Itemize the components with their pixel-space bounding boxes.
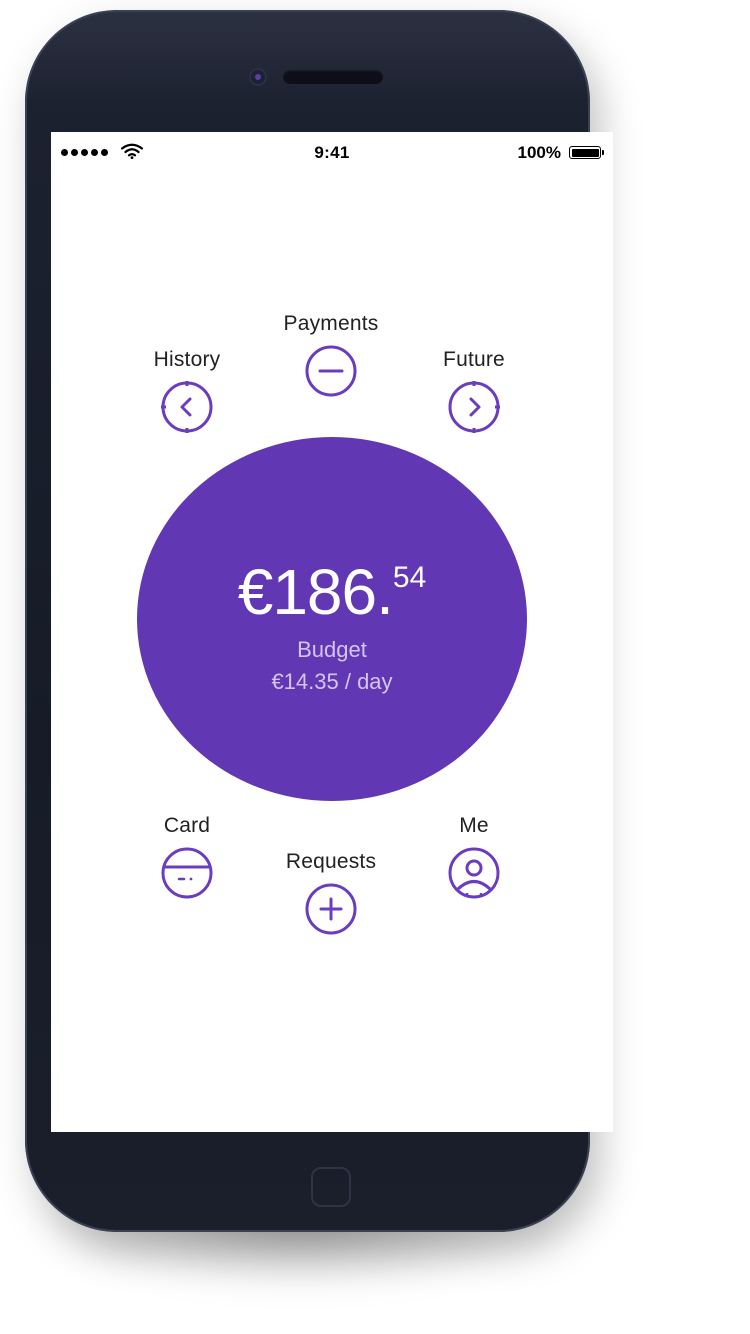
- home-button[interactable]: [311, 1167, 351, 1207]
- battery-percent: 100%: [517, 143, 561, 162]
- nav-history-label: History: [153, 348, 221, 371]
- nav-future[interactable]: Future: [394, 348, 554, 434]
- nav-payments[interactable]: Payments: [251, 312, 411, 398]
- status-bar: 9:41 100%: [51, 132, 613, 174]
- camera-icon: [251, 70, 265, 84]
- balance-cents: 54: [392, 561, 427, 594]
- nav-me[interactable]: Me: [394, 814, 554, 900]
- budget-per-day: €14.35 / day: [271, 669, 393, 694]
- phone-frame: 9:41 100% Payments History Future €186.5…: [25, 10, 613, 1232]
- user-icon: [448, 847, 500, 899]
- speaker-grille: [283, 70, 383, 84]
- card-icon: [161, 847, 213, 899]
- nav-history[interactable]: History: [107, 348, 267, 434]
- balance-main: €186.: [237, 556, 394, 628]
- minus-circle-icon: [305, 345, 357, 397]
- nav-payments-label: Payments: [283, 312, 379, 335]
- nav-card-label: Card: [163, 814, 211, 837]
- budget-label: Budget: [297, 637, 367, 662]
- plus-circle-icon: [305, 883, 357, 935]
- stage: 9:41 100% Payments History Future €186.5…: [0, 0, 750, 1334]
- chevron-left-circle-icon: [161, 381, 213, 433]
- chevron-right-circle-icon: [448, 381, 500, 433]
- budget-circle[interactable]: €186.54 Budget €14.35 / day: [137, 437, 527, 801]
- nav-me-label: Me: [459, 814, 489, 837]
- nav-future-label: Future: [443, 348, 505, 371]
- balance-amount: €186.54: [137, 555, 527, 629]
- battery-icon: [569, 146, 604, 159]
- screen: 9:41 100% Payments History Future €186.5…: [51, 132, 613, 1132]
- nav-card[interactable]: Card: [107, 814, 267, 900]
- nav-requests[interactable]: Requests: [251, 850, 411, 936]
- nav-requests-label: Requests: [285, 850, 377, 873]
